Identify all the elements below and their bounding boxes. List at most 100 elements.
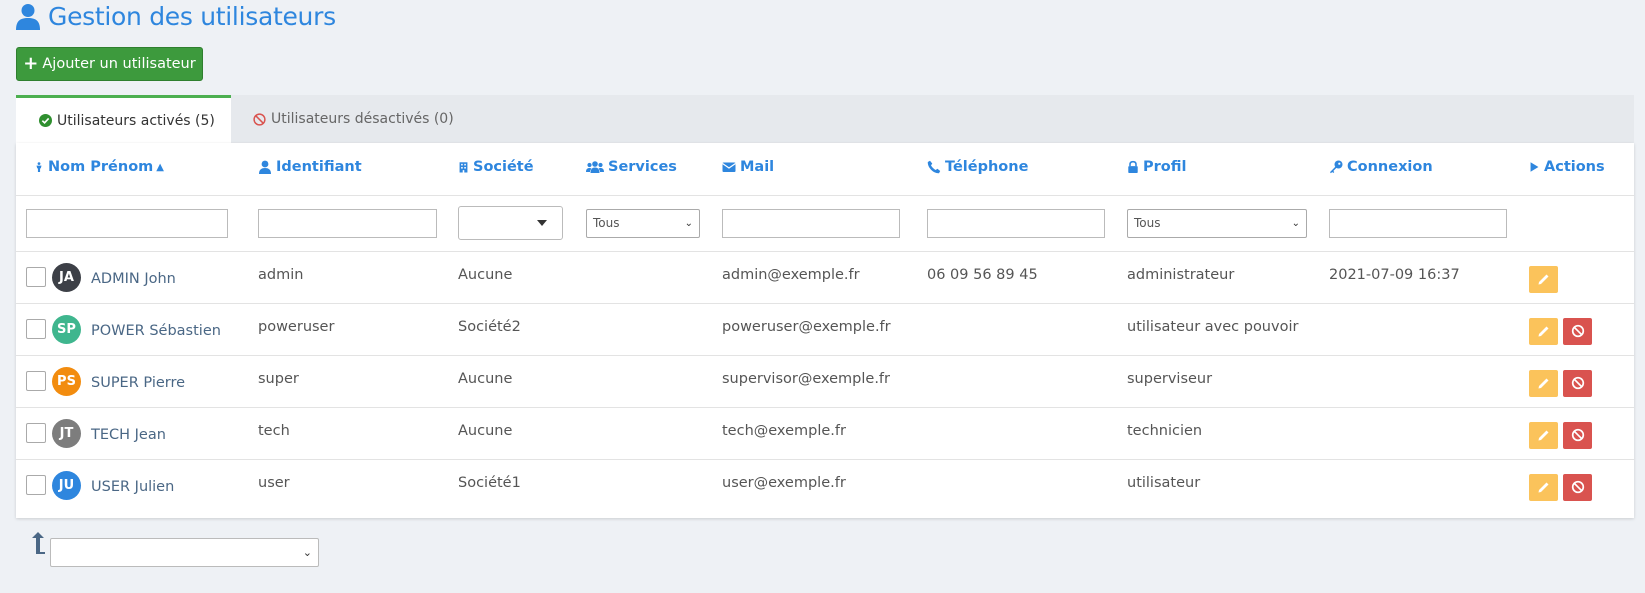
table-row[interactable]: JU USER Julien user Société1 user@exemple.fr…: [16, 459, 1634, 511]
tab-disabled-users[interactable]: Utilisateurs désactivés (0): [253, 95, 454, 143]
pencil-icon: [1538, 274, 1548, 285]
cell-telephone: [917, 355, 1117, 407]
avatar: JT: [52, 418, 81, 448]
col-header-mail[interactable]: Mail: [712, 143, 917, 196]
edit-button[interactable]: [1529, 265, 1558, 293]
filter-mail-input[interactable]: [722, 208, 900, 238]
play-icon: [1530, 162, 1539, 172]
cell-actions: [1519, 303, 1634, 355]
cell-ident: super: [248, 355, 448, 407]
mail-value: user@exemple.fr: [722, 475, 846, 492]
col-header-profil[interactable]: Profil: [1117, 143, 1319, 196]
cell-connexion: [1319, 355, 1519, 407]
page-title: Gestion des utilisateurs: [16, 2, 336, 31]
user-name-link[interactable]: POWER Sébastien: [91, 323, 221, 339]
filter-telephone-input[interactable]: [927, 208, 1105, 238]
cell-ident: admin: [248, 251, 448, 303]
cell-connexion: 2021-07-09 16:37: [1319, 251, 1519, 303]
edit-button[interactable]: [1529, 317, 1558, 345]
col-header-ident-label: Identifiant: [276, 159, 362, 176]
edit-button[interactable]: [1529, 369, 1558, 397]
profil-value: administrateur: [1127, 267, 1235, 283]
cell-profil: superviseur: [1117, 355, 1319, 407]
cell-mail: tech@exemple.fr: [712, 407, 917, 459]
ban-icon: [1571, 481, 1584, 494]
mail-value: tech@exemple.fr: [722, 423, 846, 439]
societe-value: Société1: [458, 475, 521, 492]
table-row[interactable]: JA ADMIN John admin Aucune admin@exemple.fr 0…: [16, 251, 1634, 303]
filter-profil-value: Tous: [1134, 216, 1161, 230]
phone-icon: [927, 161, 941, 174]
tab-disabled-users-label: Utilisateurs désactivés (0): [271, 111, 454, 127]
cell-societe: Aucune: [448, 251, 576, 303]
table-row[interactable]: PS SUPER Pierre super Aucune supervisor@exem…: [16, 355, 1634, 407]
col-header-name[interactable]: Nom Prénom ▲: [16, 143, 248, 196]
filter-services-value: Tous: [593, 216, 620, 230]
cell-telephone: [917, 407, 1117, 459]
users-table-card: Nom Prénom ▲ Identifiant Société Service…: [16, 143, 1634, 518]
user-name-link[interactable]: ADMIN John: [91, 271, 176, 287]
avatar: PS: [52, 366, 81, 396]
profil-value: utilisateur: [1127, 475, 1201, 492]
filter-ident-input[interactable]: [258, 208, 437, 238]
ident-value: admin: [258, 267, 304, 283]
tab-active-users[interactable]: Utilisateurs activés (5): [16, 95, 231, 143]
filter-services-select[interactable]: Tous ⌄: [586, 208, 700, 238]
cell-actions: [1519, 251, 1634, 303]
col-header-societe[interactable]: Société: [448, 143, 576, 196]
col-header-services[interactable]: Services: [576, 143, 712, 196]
telephone-value: 06 09 56 89 45: [927, 267, 1038, 283]
col-header-connexion[interactable]: Connexion: [1319, 143, 1519, 196]
avatar: JA: [52, 262, 81, 292]
cell-telephone: 06 09 56 89 45: [917, 251, 1117, 303]
row-checkbox[interactable]: [26, 267, 46, 287]
lock-icon: [1128, 161, 1138, 174]
user-name-link[interactable]: USER Julien: [91, 479, 174, 495]
user-icon: [16, 3, 40, 30]
cell-name: SP POWER Sébastien: [16, 303, 248, 355]
mail-value: poweruser@exemple.fr: [722, 319, 891, 335]
user-name-link[interactable]: TECH Jean: [91, 427, 166, 443]
tab-bar: Utilisateurs activés (5) Utilisateurs dé…: [16, 95, 1634, 143]
col-header-ident[interactable]: Identifiant: [248, 143, 448, 196]
ban-icon: [1571, 324, 1584, 338]
disable-button[interactable]: [1563, 421, 1592, 449]
filter-connexion-input[interactable]: [1329, 208, 1507, 238]
add-user-button[interactable]: + Ajouter un utilisateur: [16, 47, 203, 81]
table-header-row: Nom Prénom ▲ Identifiant Société Service…: [16, 143, 1634, 196]
profil-value: utilisateur avec pouvoir: [1127, 319, 1299, 335]
col-header-telephone[interactable]: Téléphone: [917, 143, 1117, 196]
societe-value: Aucune: [458, 423, 513, 439]
societe-value: Société2: [458, 319, 521, 335]
filter-name-input[interactable]: [26, 208, 228, 238]
filter-societe-dropdown[interactable]: [458, 206, 563, 240]
cell-ident: user: [248, 459, 448, 511]
table-row[interactable]: JT TECH Jean tech Aucune tech@exemple.fr tech…: [16, 407, 1634, 459]
bulk-action-select[interactable]: ⌄: [50, 538, 319, 567]
row-checkbox[interactable]: [26, 475, 46, 496]
cell-name: PS SUPER Pierre: [16, 355, 248, 407]
societe-value: Aucune: [458, 267, 513, 283]
disable-button[interactable]: [1563, 317, 1592, 345]
row-checkbox[interactable]: [26, 423, 46, 443]
filter-profil-select[interactable]: Tous ⌄: [1127, 208, 1307, 238]
disable-button[interactable]: [1563, 473, 1592, 501]
cell-profil: utilisateur: [1117, 459, 1319, 511]
cell-services: [576, 407, 712, 459]
profil-value: technicien: [1127, 423, 1203, 439]
chevron-down-icon: ⌄: [1291, 217, 1300, 229]
cell-societe: Société1: [448, 459, 576, 511]
edit-button[interactable]: [1529, 421, 1558, 449]
row-checkbox[interactable]: [26, 371, 46, 391]
filter-row: Tous ⌄ Tous ⌄: [16, 195, 1634, 252]
ident-value: poweruser: [258, 319, 335, 335]
cell-ident: poweruser: [248, 303, 448, 355]
table-row[interactable]: SP POWER Sébastien poweruser Société2 poweru…: [16, 303, 1634, 355]
disable-button[interactable]: [1563, 369, 1592, 397]
user-name-link[interactable]: SUPER Pierre: [91, 375, 185, 391]
ident-value: user: [258, 475, 290, 492]
cell-profil: administrateur: [1117, 251, 1319, 303]
row-checkbox[interactable]: [26, 319, 46, 339]
edit-button[interactable]: [1529, 473, 1558, 501]
cell-actions: [1519, 407, 1634, 459]
